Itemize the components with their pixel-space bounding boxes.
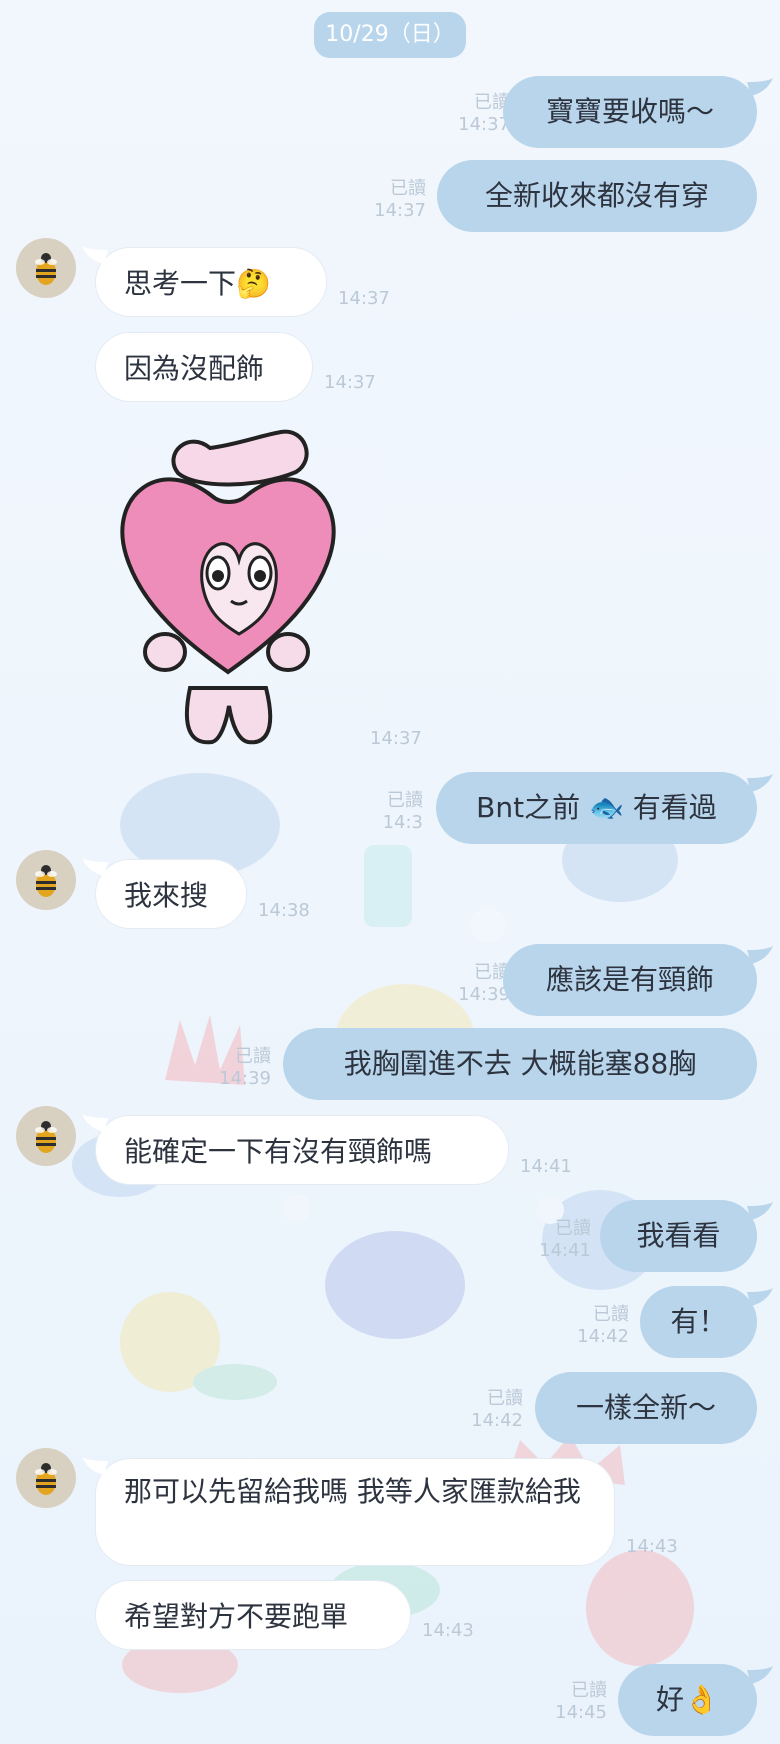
message-meta: 已讀 14:37 — [374, 178, 426, 222]
read-receipt: 已讀 — [235, 1046, 271, 1067]
thinking-face-icon: 🤔 — [236, 267, 271, 300]
date-separator: 10/29（日） — [314, 12, 466, 58]
message-time: 14:43 — [422, 1620, 474, 1641]
contact-avatar[interactable] — [16, 1106, 76, 1166]
message-time: 14:41 — [520, 1156, 572, 1177]
message-time: 14:42 — [471, 1410, 523, 1431]
bubble-tail — [747, 1288, 773, 1306]
contact-avatar[interactable] — [16, 850, 76, 910]
incoming-message[interactable]: 因為沒配飾 — [95, 332, 313, 402]
outgoing-message[interactable]: 有！ — [640, 1286, 757, 1358]
chat-screen: 10/29（日） 已讀 14:37 寶寶要收嗎～ 已讀 14:37 全新收來都沒… — [0, 0, 780, 1744]
message-text: 好 — [656, 1683, 685, 1716]
read-receipt: 已讀 — [487, 1388, 523, 1409]
message-time: 14:41 — [539, 1240, 591, 1261]
message-time: 14:37 — [458, 114, 510, 135]
bee-icon — [35, 1463, 57, 1495]
outgoing-message[interactable]: Bnt之前 🐟 有看過 — [436, 772, 757, 844]
fish-icon: 🐟 — [589, 791, 624, 824]
read-receipt: 已讀 — [387, 790, 423, 811]
read-receipt: 已讀 — [390, 178, 426, 199]
read-receipt: 已讀 — [593, 1304, 629, 1325]
message-text: 有看過 — [632, 791, 717, 824]
bubble-tail — [82, 1114, 108, 1132]
outgoing-message[interactable]: 我看看 — [600, 1200, 757, 1272]
message-meta: 已讀 14:41 — [539, 1218, 591, 1262]
bubble-tail — [82, 246, 108, 264]
outgoing-message[interactable]: 我胸圍進不去 大概能塞88胸 — [283, 1028, 757, 1100]
bee-icon — [35, 1121, 57, 1153]
bee-icon — [35, 253, 57, 285]
incoming-message[interactable]: 那可以先留給我嗎 我等人家匯款給我 — [95, 1458, 615, 1566]
bubble-tail — [747, 78, 773, 96]
outgoing-message[interactable]: 好👌 — [618, 1664, 757, 1736]
ok-hand-icon: 👌 — [684, 1683, 719, 1716]
outgoing-message[interactable]: 全新收來都沒有穿 — [437, 160, 757, 232]
message-meta: 已讀 14:42 — [471, 1388, 523, 1432]
bubble-tail — [82, 858, 108, 876]
bubble-tail — [747, 1202, 773, 1220]
message-text: 思考一下 — [124, 267, 237, 300]
pink-heart-bunny-icon[interactable] — [108, 420, 348, 750]
message-time: 14:38 — [258, 900, 310, 921]
bubble-tail — [747, 774, 773, 792]
message-time: 14:37 — [324, 372, 376, 393]
message-time: 14:37 — [338, 288, 390, 309]
message-meta: 已讀 14:39 — [458, 962, 510, 1006]
bubble-tail — [747, 1666, 773, 1684]
incoming-message[interactable]: 希望對方不要跑單 — [95, 1580, 411, 1650]
incoming-message[interactable]: 能確定一下有沒有頸飾嗎 — [95, 1115, 509, 1185]
message-time: 14:39 — [458, 984, 510, 1005]
message-meta: 已讀 14:45 — [555, 1680, 607, 1724]
outgoing-message[interactable]: 應該是有頸飾 — [503, 944, 757, 1016]
message-time: 14:37 — [370, 728, 422, 749]
outgoing-message[interactable]: 寶寶要收嗎～ — [503, 76, 757, 148]
message-time: 14:37 — [374, 200, 426, 221]
message-time: 14:3 — [382, 812, 423, 833]
bubble-tail — [82, 1457, 108, 1475]
read-receipt: 已讀 — [571, 1680, 607, 1701]
message-text: Bnt之前 — [476, 791, 581, 824]
message-meta: 已讀 14:39 — [219, 1046, 271, 1090]
bubble-tail — [747, 946, 773, 964]
outgoing-message[interactable]: 一樣全新～ — [535, 1372, 757, 1444]
bee-icon — [35, 865, 57, 897]
contact-avatar[interactable] — [16, 1448, 76, 1508]
contact-avatar[interactable] — [16, 238, 76, 298]
message-time: 14:43 — [626, 1536, 678, 1557]
message-time: 14:42 — [577, 1326, 629, 1347]
message-meta: 已讀 14:42 — [577, 1304, 629, 1348]
incoming-message[interactable]: 思考一下🤔 — [95, 247, 327, 317]
message-time: 14:45 — [555, 1702, 607, 1723]
message-meta: 已讀 14:3 — [383, 790, 423, 834]
message-time: 14:39 — [219, 1068, 271, 1089]
incoming-message[interactable]: 我來搜 — [95, 859, 247, 929]
read-receipt: 已讀 — [555, 1218, 591, 1239]
